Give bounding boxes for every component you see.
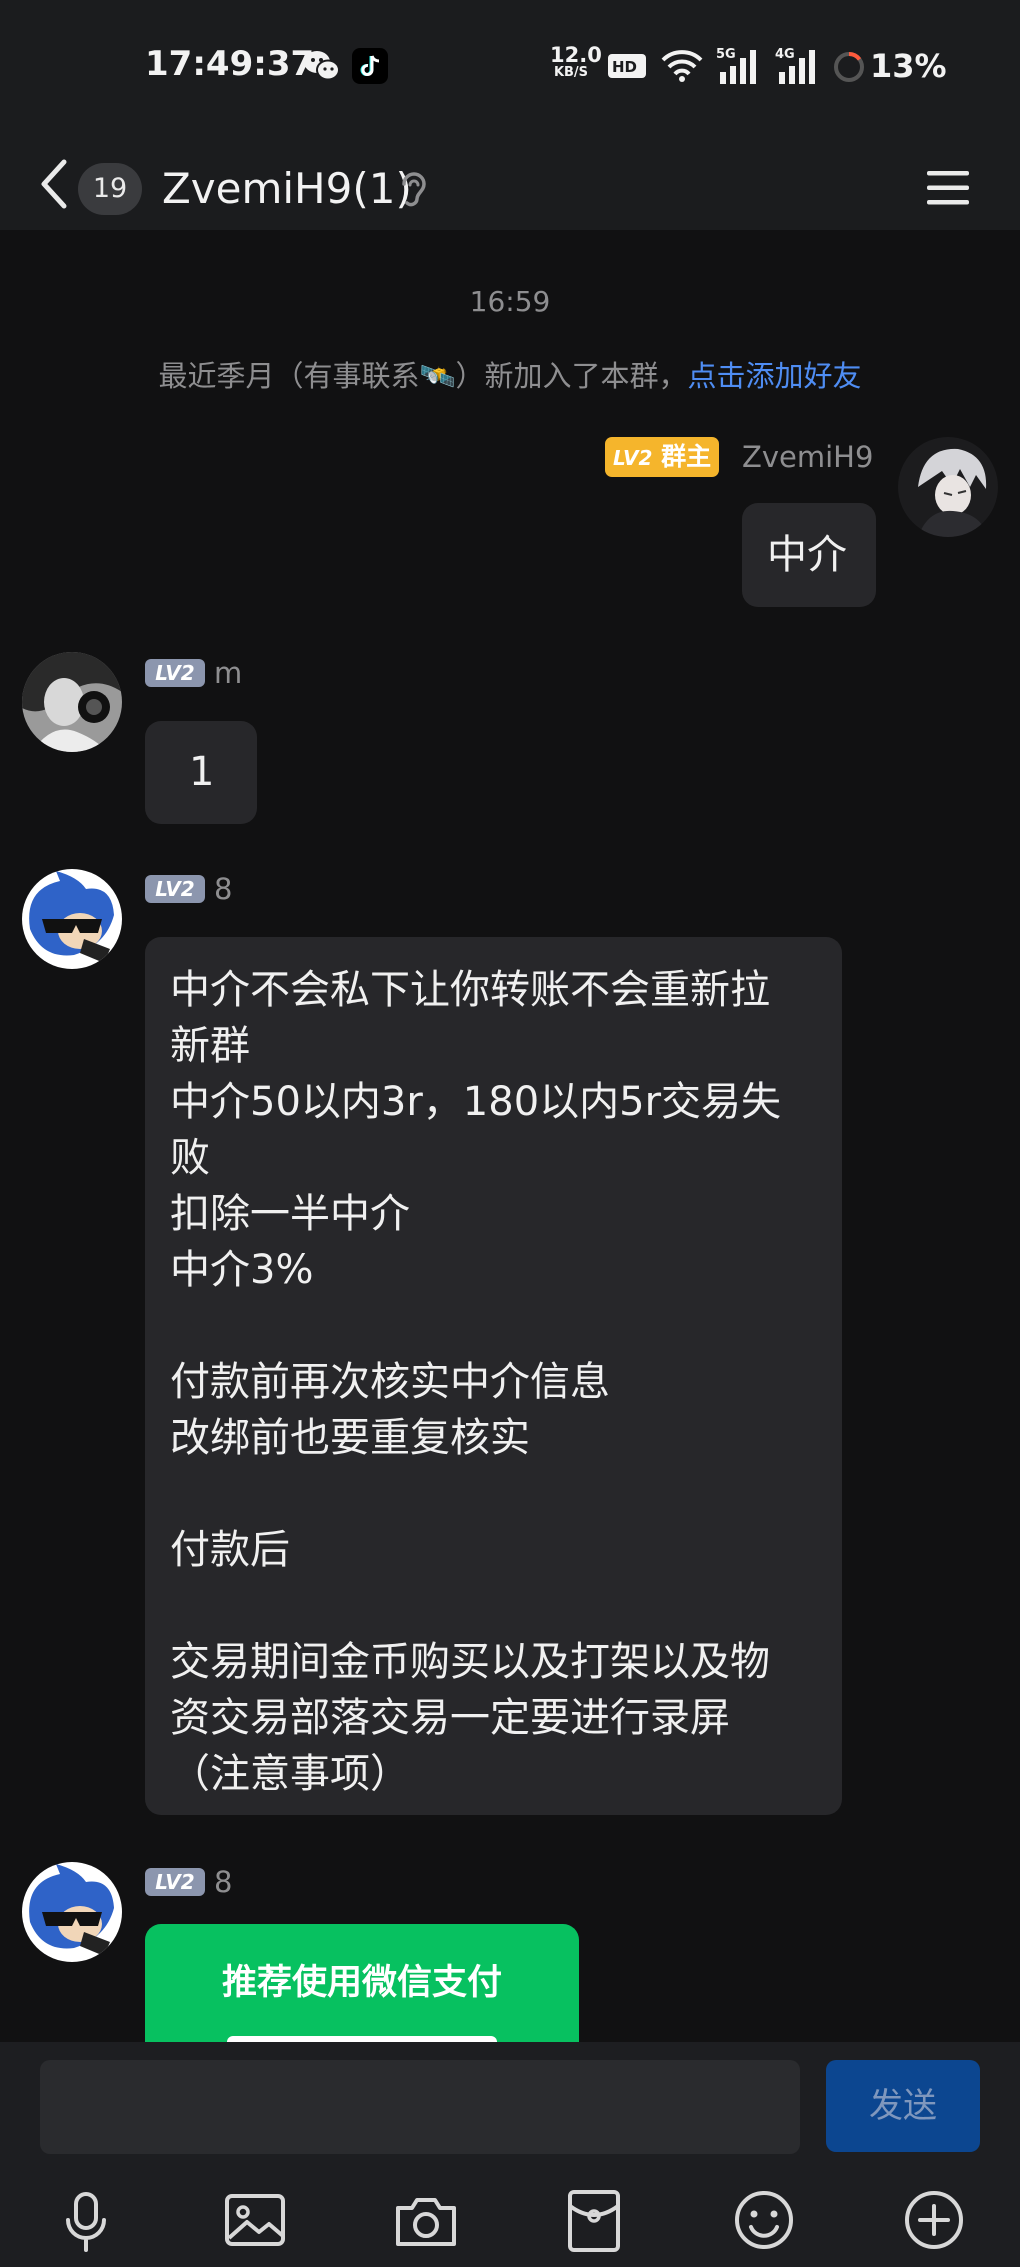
signal-5g-icon: 5G bbox=[716, 47, 756, 84]
input-bar: 发送 bbox=[0, 2042, 1020, 2267]
red-packet-icon[interactable] bbox=[558, 2184, 630, 2256]
owner-role: 群主 bbox=[661, 442, 712, 471]
wifi-icon bbox=[661, 50, 703, 82]
sender-name[interactable]: ZvemiH9 bbox=[742, 440, 873, 474]
wechat-pay-card[interactable]: 推荐使用微信支付 bbox=[145, 1924, 579, 2044]
sender-name[interactable]: 8 bbox=[214, 1865, 232, 1899]
message-text: 1 bbox=[189, 749, 215, 795]
send-button[interactable]: 发送 bbox=[826, 2060, 980, 2152]
camera-icon[interactable] bbox=[390, 2184, 462, 2256]
battery-icon bbox=[834, 51, 864, 82]
status-bar: 17:49:37 12.0 KB/S HD 5G 4G 13% bbox=[0, 0, 1020, 130]
microphone-icon[interactable] bbox=[50, 2184, 122, 2256]
avatar[interactable] bbox=[22, 869, 122, 969]
message-bubble[interactable]: 中介不会私下让你转账不会重新拉 新群 中介50以内3r，180以内5r交易失 败… bbox=[145, 937, 842, 1815]
chat-title[interactable]: ZvemiH9(1) bbox=[162, 164, 412, 213]
message-text: 中介不会私下让你转账不会重新拉 新群 中介50以内3r，180以内5r交易失 败… bbox=[170, 967, 782, 1797]
level-badge: LV2 bbox=[145, 875, 205, 903]
hd-icon: HD bbox=[608, 54, 646, 78]
owner-badge: LV2 群主 bbox=[605, 437, 720, 477]
message-bubble[interactable]: 1 bbox=[145, 721, 257, 824]
sonic-avatar-image bbox=[22, 1862, 122, 1962]
network-speed-value: 12.0 bbox=[550, 43, 602, 67]
menu-icon[interactable] bbox=[925, 168, 971, 208]
owner-level: LV2 bbox=[613, 446, 653, 470]
message-text: 中介 bbox=[767, 532, 847, 578]
message-input[interactable] bbox=[40, 2060, 800, 2154]
svg-text:5G: 5G bbox=[716, 47, 736, 62]
message-bubble[interactable]: 中介 bbox=[742, 503, 876, 607]
level-badge: LV2 bbox=[145, 1868, 205, 1896]
image-icon[interactable] bbox=[219, 2184, 291, 2256]
avatar[interactable] bbox=[22, 1862, 122, 1962]
unread-count-badge[interactable]: 19 bbox=[78, 163, 142, 215]
wechat-icon bbox=[304, 51, 340, 81]
m-avatar-image bbox=[22, 652, 122, 752]
sender-name[interactable]: 8 bbox=[214, 872, 232, 906]
sonic-avatar-image bbox=[22, 869, 122, 969]
level-badge: LV2 bbox=[145, 659, 205, 687]
svg-text:4G: 4G bbox=[775, 47, 795, 62]
network-speed: 12.0 KB/S bbox=[550, 43, 602, 80]
system-notice-text: 最近季月（有事联系🛰️）新加入了本群， bbox=[158, 359, 688, 393]
back-icon[interactable] bbox=[36, 156, 72, 212]
chat-timestamp: 16:59 bbox=[469, 285, 551, 318]
battery-level: 13% bbox=[870, 47, 947, 85]
network-speed-unit: KB/S bbox=[553, 65, 589, 80]
avatar[interactable] bbox=[898, 437, 998, 537]
svg-text:HD: HD bbox=[612, 58, 637, 76]
ear-icon[interactable] bbox=[398, 168, 428, 212]
emoji-icon[interactable] bbox=[728, 2184, 800, 2256]
add-friend-link[interactable]: 点击添加好友 bbox=[688, 359, 862, 393]
chat-header: 19 ZvemiH9(1) bbox=[0, 130, 1020, 230]
owner-avatar-image bbox=[898, 437, 998, 537]
tiktok-icon bbox=[352, 48, 388, 84]
status-time: 17:49:37 bbox=[145, 44, 315, 84]
sender-name[interactable]: m bbox=[214, 656, 242, 690]
avatar[interactable] bbox=[22, 652, 122, 752]
plus-icon[interactable] bbox=[898, 2184, 970, 2256]
signal-4g-icon: 4G bbox=[775, 47, 815, 84]
system-notice: 最近季月（有事联系🛰️）新加入了本群，点击添加好友 bbox=[0, 353, 1020, 395]
wechat-pay-card-title: 推荐使用微信支付 bbox=[221, 1963, 502, 2003]
